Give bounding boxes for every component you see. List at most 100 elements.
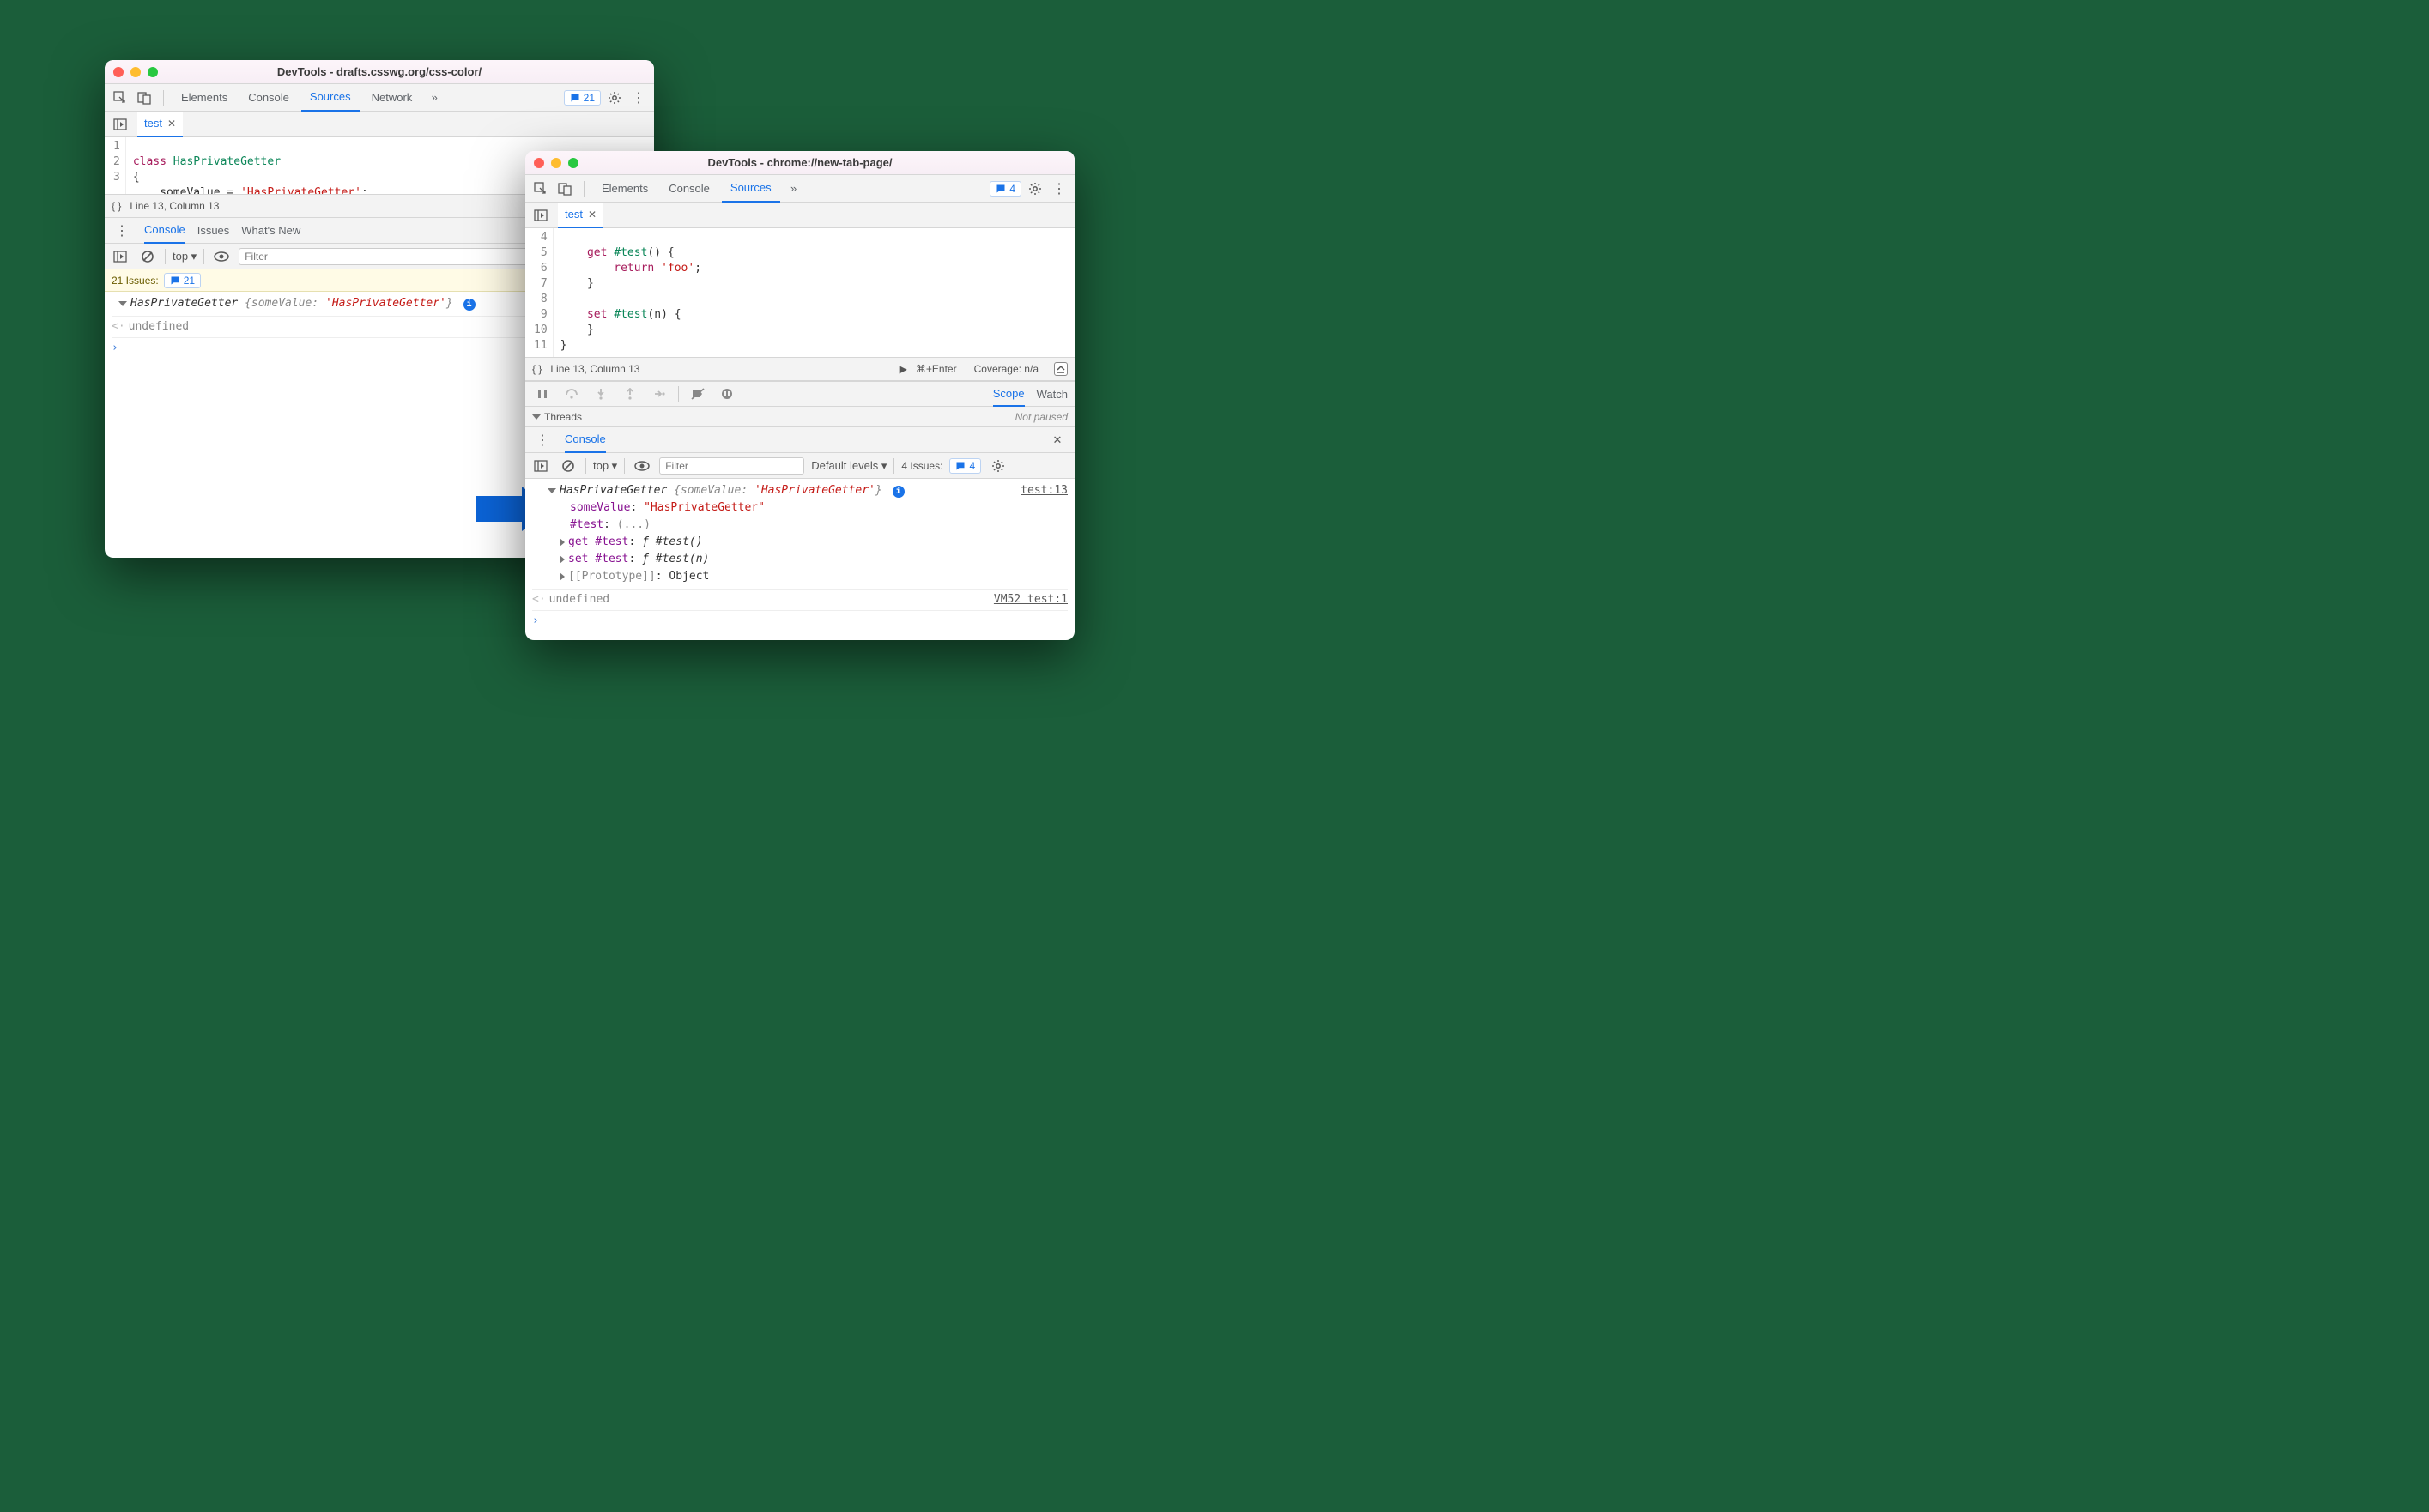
cursor-position: Line 13, Column 13 bbox=[130, 200, 219, 212]
object-property-row[interactable]: #test: (...) bbox=[532, 517, 1068, 534]
step-into-icon[interactable] bbox=[591, 384, 611, 404]
context-selector[interactable]: top ▾ bbox=[173, 250, 197, 263]
watch-tab[interactable]: Watch bbox=[1037, 381, 1068, 407]
prompt-icon: › bbox=[532, 614, 539, 627]
object-property-row[interactable]: [[Prototype]]: Object bbox=[532, 568, 1068, 585]
clear-console-icon[interactable] bbox=[137, 246, 158, 267]
inspect-icon[interactable] bbox=[110, 88, 130, 108]
kebab-icon[interactable]: ⋮ bbox=[628, 88, 649, 108]
editor-statusbar: { } Line 13, Column 13 ▶ ⌘+Enter Coverag… bbox=[525, 357, 1075, 381]
step-icon[interactable] bbox=[649, 384, 669, 404]
code-editor[interactable]: 4 5 6 7 8 9 10 11 get #test() { return '… bbox=[525, 228, 1075, 357]
titlebar[interactable]: DevTools - drafts.csswg.org/css-color/ bbox=[105, 60, 654, 84]
file-tabs: test ✕ bbox=[525, 203, 1075, 228]
run-snippet-icon[interactable]: ▶ bbox=[900, 363, 907, 375]
source-link[interactable]: test:13 bbox=[1021, 482, 1068, 499]
threads-label: Threads bbox=[544, 411, 582, 423]
code-content: get #test() { return 'foo'; } set #test(… bbox=[554, 228, 708, 357]
close-window-button[interactable] bbox=[113, 67, 124, 77]
pause-icon[interactable] bbox=[532, 384, 553, 404]
coverage-label: Coverage: n/a bbox=[974, 363, 1039, 375]
close-tab-icon[interactable]: ✕ bbox=[588, 209, 597, 221]
drawer-tab-console[interactable]: Console bbox=[144, 218, 185, 244]
step-out-icon[interactable] bbox=[620, 384, 640, 404]
expand-icon[interactable] bbox=[532, 414, 541, 420]
separator bbox=[584, 181, 585, 197]
object-property-row[interactable]: someValue: "HasPrivateGetter" bbox=[532, 499, 1068, 517]
minimize-window-button[interactable] bbox=[551, 158, 561, 168]
device-toolbar-icon[interactable] bbox=[134, 88, 154, 108]
titlebar[interactable]: DevTools - chrome://new-tab-page/ bbox=[525, 151, 1075, 175]
close-drawer-icon[interactable]: ✕ bbox=[1047, 430, 1068, 451]
drawer-tab-console[interactable]: Console bbox=[565, 427, 606, 453]
zoom-window-button[interactable] bbox=[148, 67, 158, 77]
issues-inline-label: 4 Issues: bbox=[901, 460, 942, 472]
expand-icon[interactable] bbox=[118, 301, 127, 306]
minimize-window-button[interactable] bbox=[130, 67, 141, 77]
debugger-toolbar: Scope Watch bbox=[525, 381, 1075, 407]
inspect-icon[interactable] bbox=[530, 178, 551, 199]
source-link[interactable]: VM52 test:1 bbox=[994, 591, 1068, 608]
clear-console-icon[interactable] bbox=[558, 456, 578, 476]
scope-tab[interactable]: Scope bbox=[993, 381, 1025, 407]
collapse-panel-icon[interactable] bbox=[1054, 362, 1068, 376]
console-prompt-row[interactable]: › bbox=[532, 610, 1068, 630]
info-icon[interactable]: i bbox=[463, 299, 476, 311]
expand-icon[interactable] bbox=[560, 572, 565, 581]
console-output[interactable]: HasPrivateGetter {someValue: 'HasPrivate… bbox=[525, 479, 1075, 633]
step-over-icon[interactable] bbox=[561, 384, 582, 404]
more-tabs-icon[interactable]: » bbox=[424, 88, 445, 108]
expand-icon[interactable] bbox=[548, 488, 556, 493]
drawer-tab-whatsnew[interactable]: What's New bbox=[241, 218, 300, 244]
tab-elements[interactable]: Elements bbox=[593, 175, 657, 203]
live-expression-icon[interactable] bbox=[211, 246, 232, 267]
drawer-menu-icon[interactable]: ⋮ bbox=[532, 430, 553, 451]
zoom-window-button[interactable] bbox=[568, 158, 578, 168]
log-levels-selector[interactable]: Default levels ▾ bbox=[811, 459, 887, 473]
live-expression-icon[interactable] bbox=[632, 456, 652, 476]
tab-network[interactable]: Network bbox=[363, 84, 421, 112]
object-property-row[interactable]: set #test: ƒ #test(n) bbox=[532, 551, 1068, 568]
separator bbox=[165, 249, 166, 264]
tab-elements[interactable]: Elements bbox=[173, 84, 236, 112]
pretty-print-icon[interactable]: { } bbox=[112, 200, 121, 212]
console-object-row[interactable]: HasPrivateGetter {someValue: 'HasPrivate… bbox=[532, 482, 1068, 499]
filter-input[interactable] bbox=[659, 457, 804, 475]
navigator-toggle-icon[interactable] bbox=[530, 205, 551, 226]
tab-console[interactable]: Console bbox=[239, 84, 298, 112]
more-tabs-icon[interactable]: » bbox=[784, 178, 804, 199]
issues-chip[interactable]: 4 bbox=[990, 181, 1021, 197]
kebab-icon[interactable]: ⋮ bbox=[1049, 178, 1069, 199]
navigator-toggle-icon[interactable] bbox=[110, 114, 130, 135]
issues-inline-chip[interactable]: 4 bbox=[949, 458, 981, 474]
console-sidebar-toggle-icon[interactable] bbox=[110, 246, 130, 267]
pause-exceptions-icon[interactable] bbox=[717, 384, 737, 404]
tab-sources[interactable]: Sources bbox=[722, 175, 780, 203]
context-selector[interactable]: top ▾ bbox=[593, 459, 617, 473]
separator bbox=[678, 386, 679, 402]
close-tab-icon[interactable]: ✕ bbox=[167, 118, 176, 130]
tab-sources[interactable]: Sources bbox=[301, 84, 360, 112]
settings-icon[interactable] bbox=[1025, 178, 1045, 199]
console-settings-icon[interactable] bbox=[988, 456, 1009, 476]
file-tab-label: test bbox=[144, 117, 162, 130]
info-icon[interactable]: i bbox=[893, 486, 905, 498]
console-header: top ▾ Default levels ▾ 4 Issues: 4 bbox=[525, 453, 1075, 479]
pretty-print-icon[interactable]: { } bbox=[532, 363, 542, 375]
drawer-tab-issues[interactable]: Issues bbox=[197, 218, 230, 244]
tab-console[interactable]: Console bbox=[660, 175, 718, 203]
issues-chip[interactable]: 21 bbox=[564, 90, 601, 106]
drawer-menu-icon[interactable]: ⋮ bbox=[112, 221, 132, 241]
console-sidebar-toggle-icon[interactable] bbox=[530, 456, 551, 476]
object-property-row[interactable]: get #test: ƒ #test() bbox=[532, 534, 1068, 551]
settings-icon[interactable] bbox=[604, 88, 625, 108]
file-tab[interactable]: test ✕ bbox=[137, 112, 183, 137]
threads-section[interactable]: Threads Not paused bbox=[525, 407, 1075, 427]
file-tab[interactable]: test ✕ bbox=[558, 203, 603, 228]
close-window-button[interactable] bbox=[534, 158, 544, 168]
expand-icon[interactable] bbox=[560, 555, 565, 564]
device-toolbar-icon[interactable] bbox=[554, 178, 575, 199]
issues-bar-chip[interactable]: 21 bbox=[164, 273, 201, 288]
deactivate-breakpoints-icon[interactable] bbox=[688, 384, 708, 404]
expand-icon[interactable] bbox=[560, 538, 565, 547]
